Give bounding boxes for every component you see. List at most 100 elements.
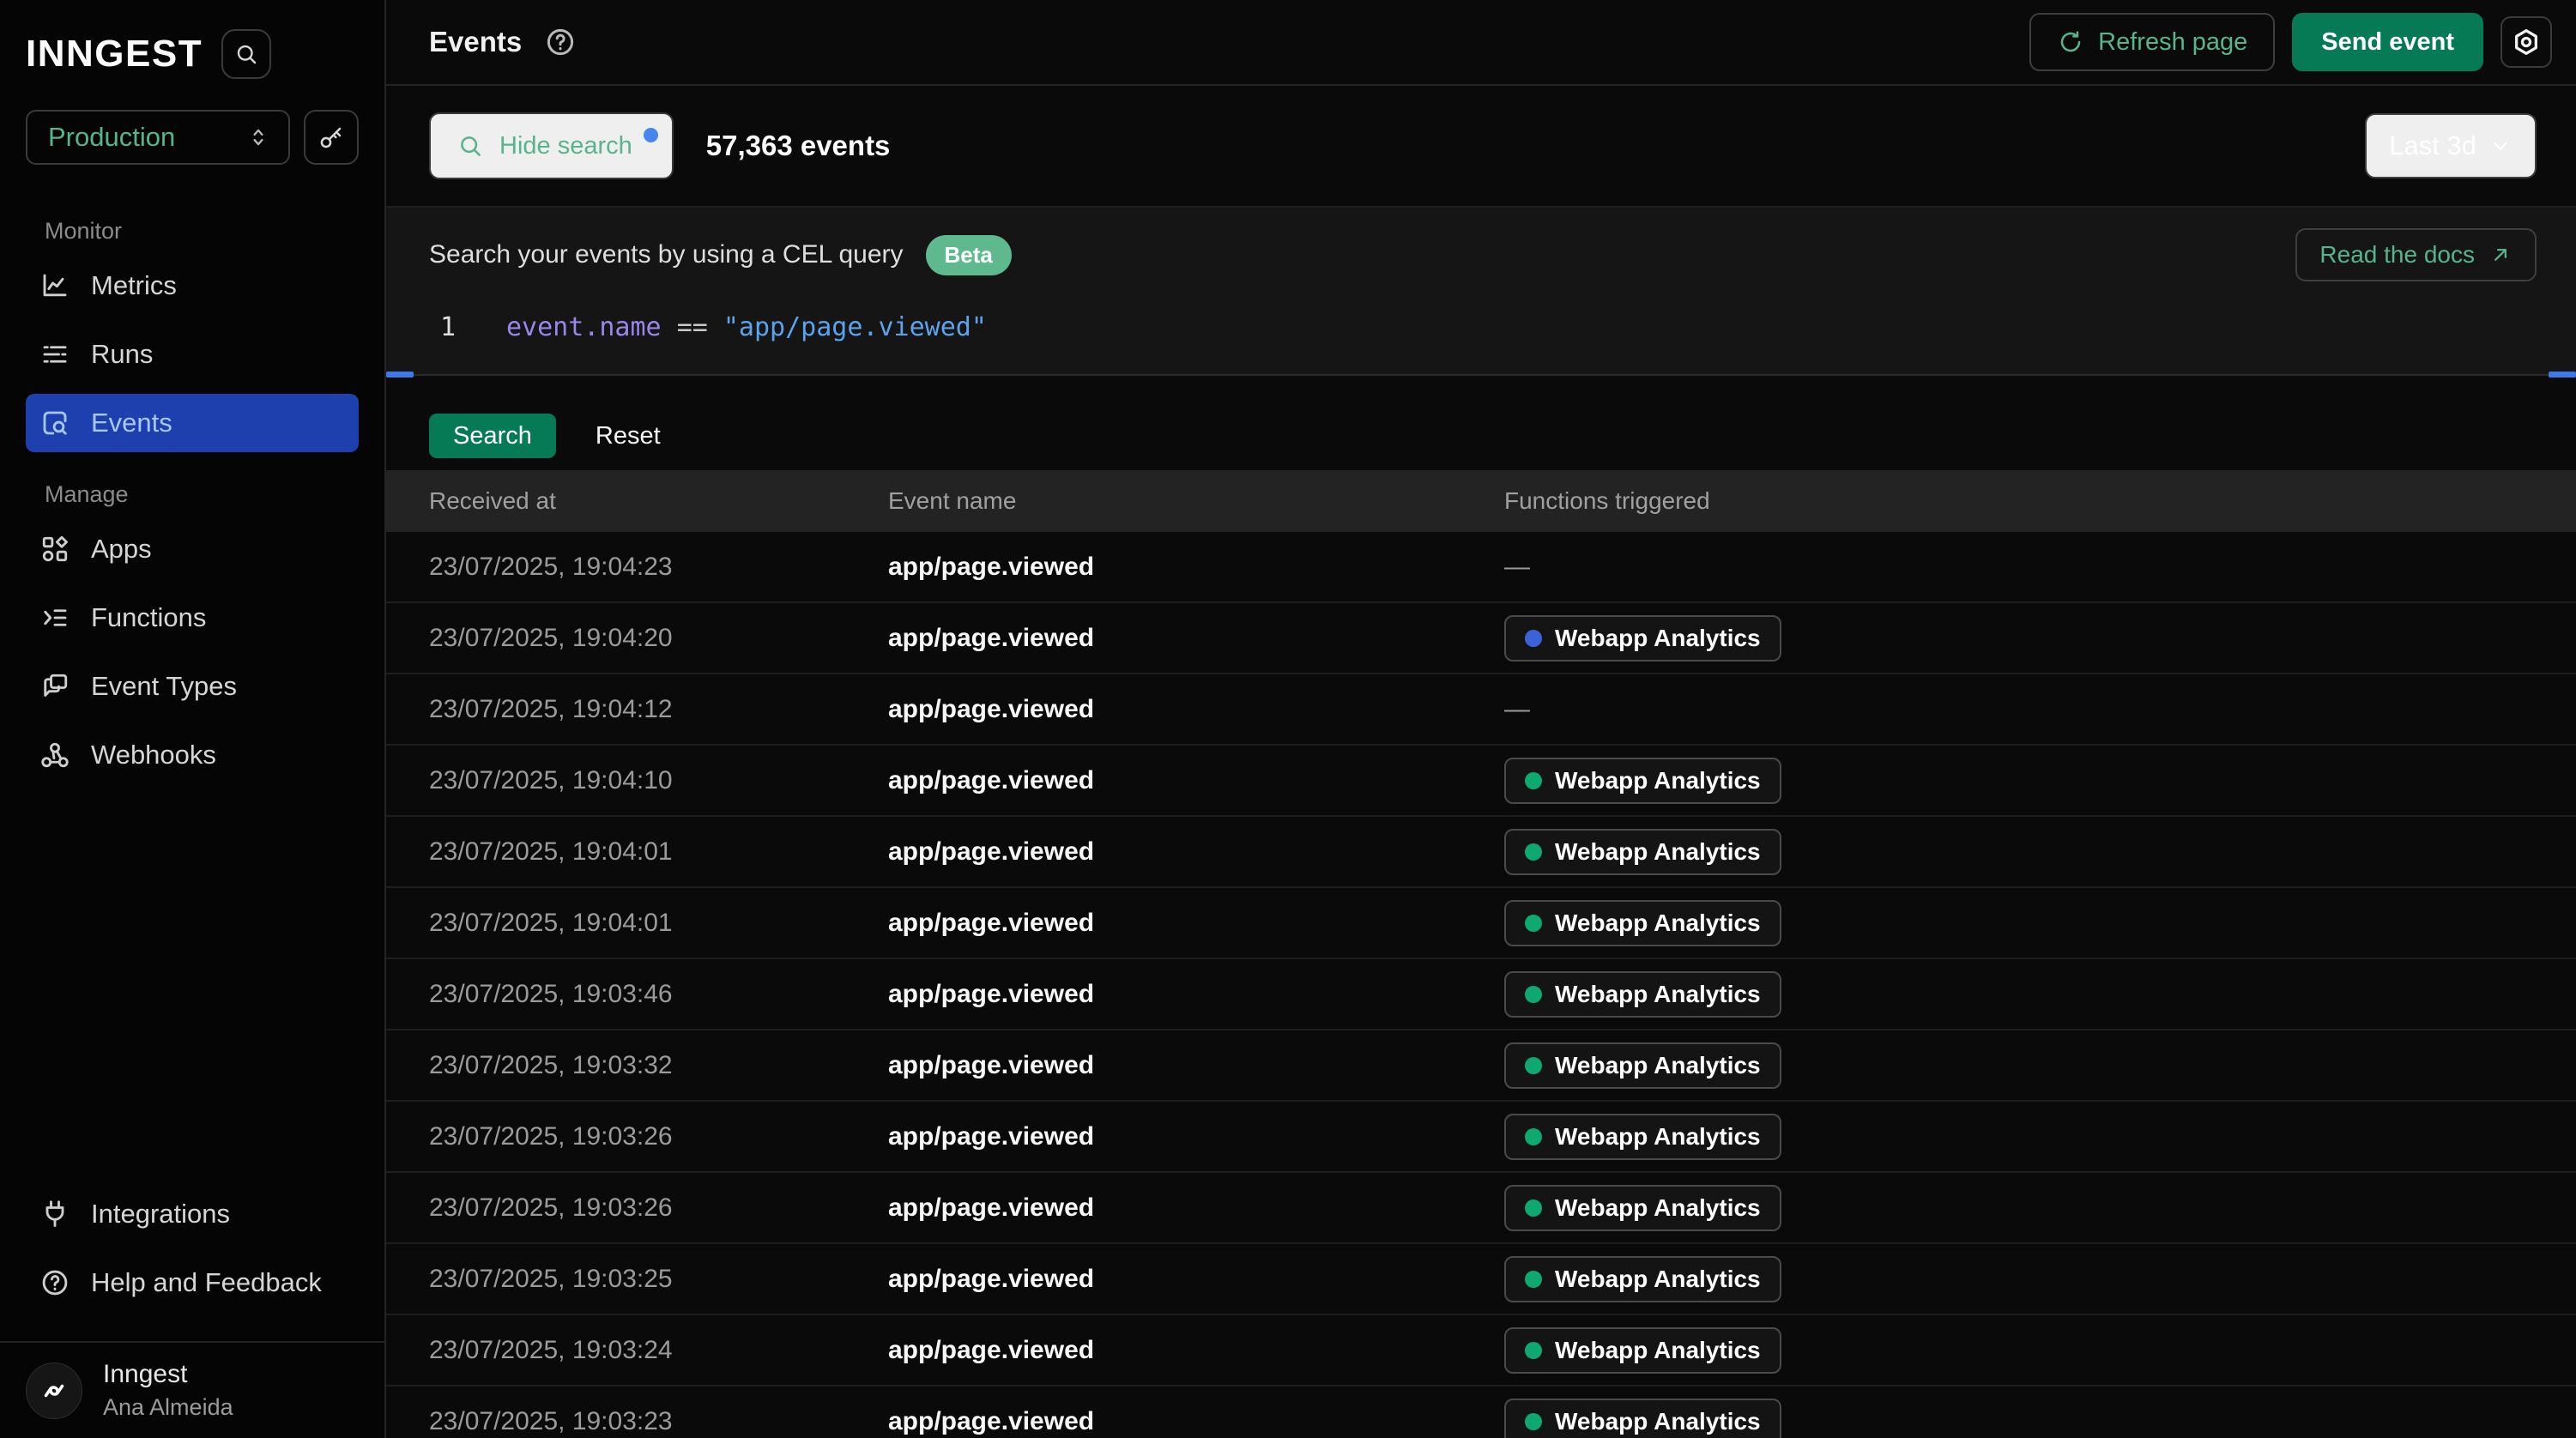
cell-received-at: 23/07/2025, 19:04:01 [429, 909, 888, 938]
event-keys-button[interactable] [304, 110, 359, 165]
function-badge[interactable]: Webapp Analytics [1504, 971, 1781, 1018]
events-table-body: 23/07/2025, 19:04:23app/page.viewed—23/0… [386, 532, 2576, 1438]
code-rhs: "app/page.viewed" [723, 312, 987, 342]
function-status-dot [1525, 1413, 1542, 1430]
table-row[interactable]: 23/07/2025, 19:04:10app/page.viewedWebap… [386, 746, 2576, 817]
sidebar-item-label: Integrations [91, 1199, 230, 1230]
sidebar-item-label: Metrics [91, 270, 177, 301]
events-table: Received at Event name Functions trigger… [386, 470, 2576, 1438]
function-name: Webapp Analytics [1555, 1266, 1761, 1293]
function-badge[interactable]: Webapp Analytics [1504, 1114, 1781, 1160]
events-icon [39, 408, 70, 438]
time-range-select[interactable]: Last 3d [2365, 113, 2537, 178]
inngest-logo: INNGEST [26, 33, 203, 76]
function-badge[interactable]: Webapp Analytics [1504, 758, 1781, 804]
events-toolbar: Hide search 57,363 events Last 3d [386, 86, 2576, 206]
query-actions: Search Reset [386, 376, 2576, 470]
cel-query-editor[interactable]: 1 event.name == "app/page.viewed" [429, 312, 2537, 342]
function-badge[interactable]: Webapp Analytics [1504, 1185, 1781, 1231]
sidebar-footer-nav: Integrations Help and Feedback [0, 1185, 384, 1341]
function-status-dot [1525, 986, 1542, 1003]
inngest-mark-icon [38, 1375, 70, 1407]
page-help-icon[interactable] [544, 26, 577, 58]
sidebar-item-label: Events [91, 408, 172, 438]
function-badge[interactable]: Webapp Analytics [1504, 900, 1781, 946]
hide-search-button[interactable]: Hide search [429, 112, 674, 179]
function-badge[interactable]: Webapp Analytics [1504, 615, 1781, 662]
function-badge[interactable]: Webapp Analytics [1504, 1042, 1781, 1089]
cel-query-code[interactable]: event.name == "app/page.viewed" [506, 312, 987, 342]
search-button[interactable]: Search [429, 414, 556, 458]
read-the-docs-button[interactable]: Read the docs [2295, 228, 2537, 281]
function-name: Webapp Analytics [1555, 981, 1761, 1008]
cell-functions-triggered: Webapp Analytics [1504, 900, 2576, 946]
function-status-dot [1525, 1342, 1542, 1359]
table-row[interactable]: 23/07/2025, 19:03:26app/page.viewedWebap… [386, 1102, 2576, 1173]
sidebar-item-runs[interactable]: Runs [26, 325, 359, 384]
sidebar-search-button[interactable] [221, 29, 271, 79]
table-row[interactable]: 23/07/2025, 19:03:32app/page.viewedWebap… [386, 1030, 2576, 1102]
sidebar-item-events[interactable]: Events [26, 394, 359, 452]
reset-button[interactable]: Reset [596, 422, 661, 450]
sidebar-item-label: Webhooks [91, 740, 216, 770]
table-row[interactable]: 23/07/2025, 19:03:46app/page.viewedWebap… [386, 959, 2576, 1030]
function-name: Webapp Analytics [1555, 767, 1761, 795]
sidebar-item-label: Runs [91, 339, 153, 370]
function-name: Webapp Analytics [1555, 909, 1761, 937]
environment-select[interactable]: Production [26, 110, 290, 165]
apps-icon [39, 534, 70, 565]
cell-functions-triggered: Webapp Analytics [1504, 1399, 2576, 1438]
cell-functions-triggered: Webapp Analytics [1504, 1185, 2576, 1231]
settings-button[interactable] [2500, 16, 2552, 68]
table-row[interactable]: 23/07/2025, 19:03:23app/page.viewedWebap… [386, 1387, 2576, 1438]
gear-icon [2512, 27, 2541, 57]
cell-event-name: app/page.viewed [888, 837, 1504, 867]
cell-received-at: 23/07/2025, 19:03:46 [429, 980, 888, 1009]
search-icon [457, 132, 484, 160]
nav-section-monitor: Monitor [45, 218, 359, 245]
table-row[interactable]: 23/07/2025, 19:04:23app/page.viewed— [386, 532, 2576, 603]
cell-received-at: 23/07/2025, 19:04:23 [429, 553, 888, 582]
sidebar-item-apps[interactable]: Apps [26, 520, 359, 578]
send-event-button[interactable]: Send event [2292, 13, 2483, 71]
function-badge[interactable]: Webapp Analytics [1504, 1256, 1781, 1302]
sidebar-item-help-and-feedback[interactable]: Help and Feedback [26, 1254, 359, 1312]
sidebar-item-metrics[interactable]: Metrics [26, 257, 359, 315]
function-badge[interactable]: Webapp Analytics [1504, 829, 1781, 875]
cell-event-name: app/page.viewed [888, 695, 1504, 724]
sidebar-item-webhooks[interactable]: Webhooks [26, 726, 359, 784]
webhooks-icon [39, 740, 70, 770]
table-row[interactable]: 23/07/2025, 19:04:20app/page.viewedWebap… [386, 603, 2576, 674]
sidebar-item-functions[interactable]: Functions [26, 589, 359, 647]
cell-received-at: 23/07/2025, 19:04:01 [429, 837, 888, 867]
metrics-icon [39, 270, 70, 301]
table-row[interactable]: 23/07/2025, 19:04:01app/page.viewedWebap… [386, 817, 2576, 888]
function-badge[interactable]: Webapp Analytics [1504, 1327, 1781, 1374]
function-badge[interactable]: Webapp Analytics [1504, 1399, 1781, 1438]
external-link-icon [2488, 243, 2513, 267]
table-row[interactable]: 23/07/2025, 19:03:26app/page.viewedWebap… [386, 1173, 2576, 1244]
nav-items-manage: Apps Functions Event Types Webhooks [26, 520, 359, 784]
function-name: Webapp Analytics [1555, 1194, 1761, 1222]
function-status-dot [1525, 1128, 1542, 1145]
cell-received-at: 23/07/2025, 19:03:26 [429, 1122, 888, 1151]
profile-menu[interactable]: Inngest Ana Almeida [0, 1341, 384, 1438]
cell-functions-triggered: Webapp Analytics [1504, 1256, 2576, 1302]
sidebar: INNGEST Production Monitor Metrics Runs Ev… [0, 0, 386, 1438]
chevron-down-icon [2488, 134, 2513, 158]
sidebar-item-label: Event Types [91, 671, 237, 702]
function-status-dot [1525, 630, 1542, 647]
refresh-page-button[interactable]: Refresh page [2029, 13, 2275, 71]
panel-resize-handle-right[interactable] [2549, 372, 2576, 378]
table-row[interactable]: 23/07/2025, 19:03:25app/page.viewedWebap… [386, 1244, 2576, 1315]
profile-user: Ana Almeida [103, 1394, 233, 1421]
cell-received-at: 23/07/2025, 19:04:20 [429, 624, 888, 653]
table-row[interactable]: 23/07/2025, 19:04:01app/page.viewedWebap… [386, 888, 2576, 959]
panel-resize-handle-left[interactable] [386, 372, 414, 378]
runs-icon [39, 339, 70, 370]
table-row[interactable]: 23/07/2025, 19:03:24app/page.viewedWebap… [386, 1315, 2576, 1387]
cell-functions-triggered: Webapp Analytics [1504, 1042, 2576, 1089]
sidebar-item-event-types[interactable]: Event Types [26, 657, 359, 716]
table-row[interactable]: 23/07/2025, 19:04:12app/page.viewed— [386, 674, 2576, 746]
sidebar-item-integrations[interactable]: Integrations [26, 1185, 359, 1243]
